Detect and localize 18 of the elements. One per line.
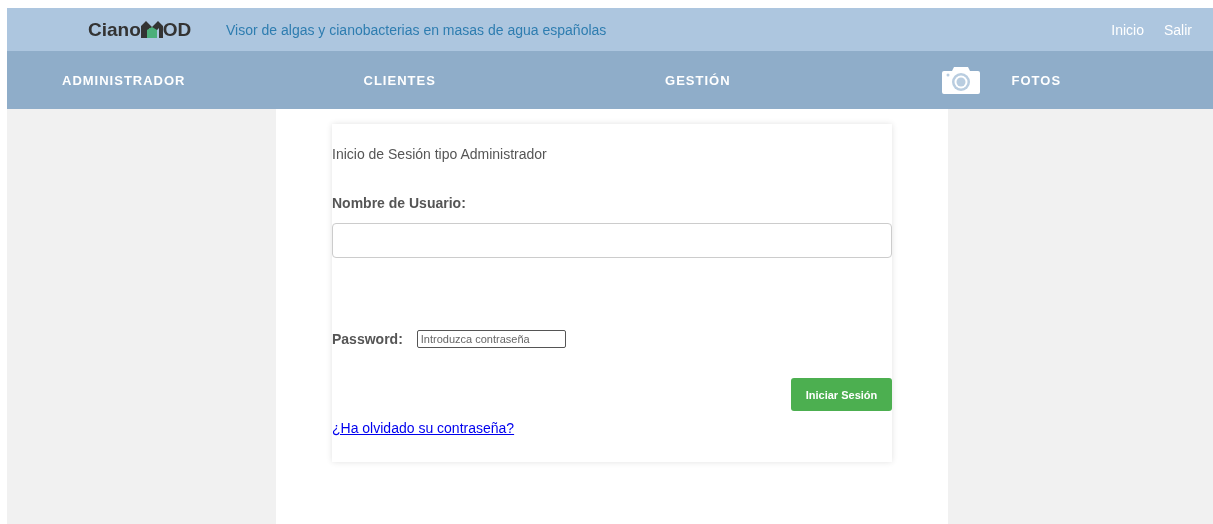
field-label: Password: [332, 331, 403, 347]
header-link[interactable]: Salir [1164, 21, 1192, 38]
logo-text: Ciano [88, 20, 141, 39]
houses-icon [140, 20, 163, 38]
site-tagline: Visor de algas y cianobacterias en masas de agua españolas [226, 21, 608, 38]
logo-text: OD [162, 20, 192, 39]
password-field[interactable]: Introduzca contraseña [416, 330, 566, 348]
nav-link[interactable]: CLIENTES [363, 72, 436, 88]
username-field[interactable] [332, 223, 892, 258]
camera-icon[interactable] [941, 65, 980, 95]
field-label: Nombre de Usuario: [332, 195, 467, 211]
form-title: Inicio de Sesión tipo Administrador [332, 146, 548, 162]
header-link[interactable]: Inicio [1111, 21, 1144, 38]
nav-link[interactable]: FOTOS [1011, 72, 1062, 88]
nav-link[interactable]: ADMINISTRADOR [62, 72, 186, 88]
login-button[interactable]: Iniciar Sesión [791, 378, 892, 411]
nav-link[interactable]: GESTIÓN [665, 72, 731, 88]
forgot-password-link[interactable]: ¿Ha olvidado su contraseña? [332, 420, 515, 436]
